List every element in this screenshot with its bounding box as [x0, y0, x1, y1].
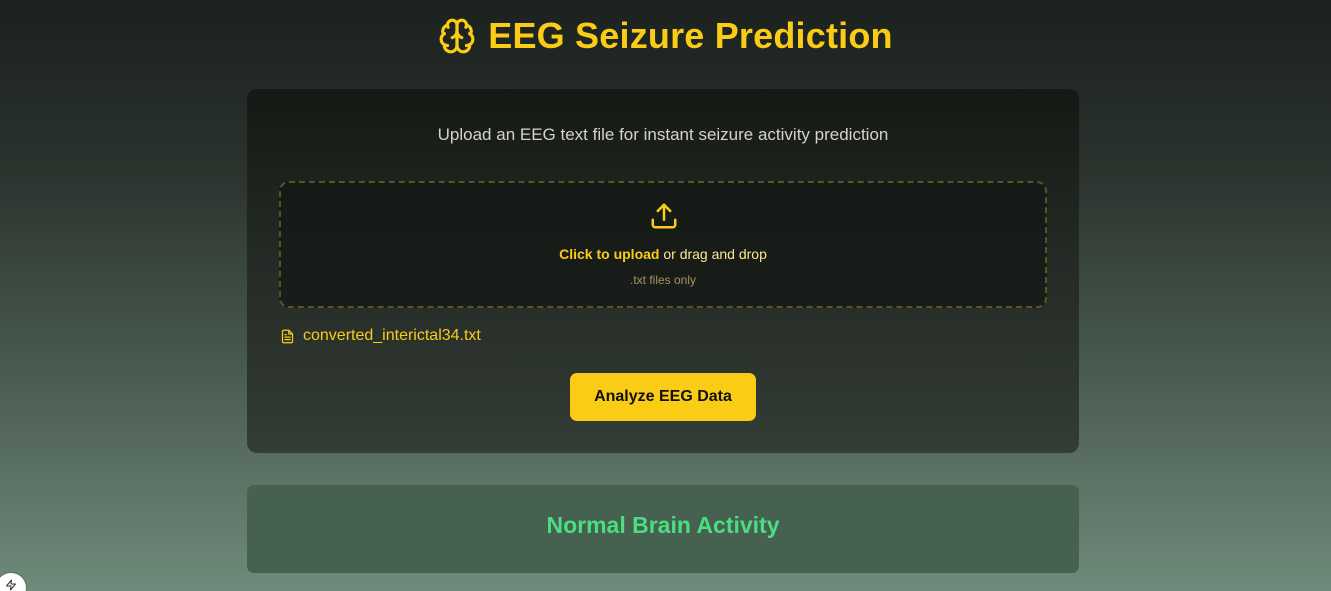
analyze-button[interactable]: Analyze EEG Data	[570, 373, 756, 421]
file-text-icon	[280, 329, 295, 344]
drag-and-drop-text: or drag and drop	[659, 246, 767, 262]
selected-file-name: converted_interictal34.txt	[303, 327, 481, 344]
selected-file: converted_interictal34.txt	[280, 327, 481, 345]
prediction-result: Normal Brain Activity	[247, 485, 1079, 573]
file-type-hint: .txt files only	[629, 273, 697, 287]
click-to-upload-link[interactable]: Click to upload	[559, 246, 659, 262]
file-dropzone[interactable]: Click to upload or drag and drop .txt fi…	[279, 181, 1047, 308]
upload-card: Upload an EEG text file for instant seiz…	[247, 89, 1079, 453]
brain-icon	[438, 17, 476, 55]
bolt-icon	[6, 579, 16, 591]
page-header: EEG Seizure Prediction	[0, 14, 1331, 58]
dropzone-instruction: Click to upload or drag and drop	[281, 246, 1045, 262]
page-title: EEG Seizure Prediction	[488, 15, 893, 56]
upload-icon	[649, 201, 679, 231]
prediction-result-label: Normal Brain Activity	[546, 512, 780, 538]
upload-subtitle: Upload an EEG text file for instant seiz…	[437, 125, 889, 144]
dev-tools-badge[interactable]	[0, 573, 26, 591]
